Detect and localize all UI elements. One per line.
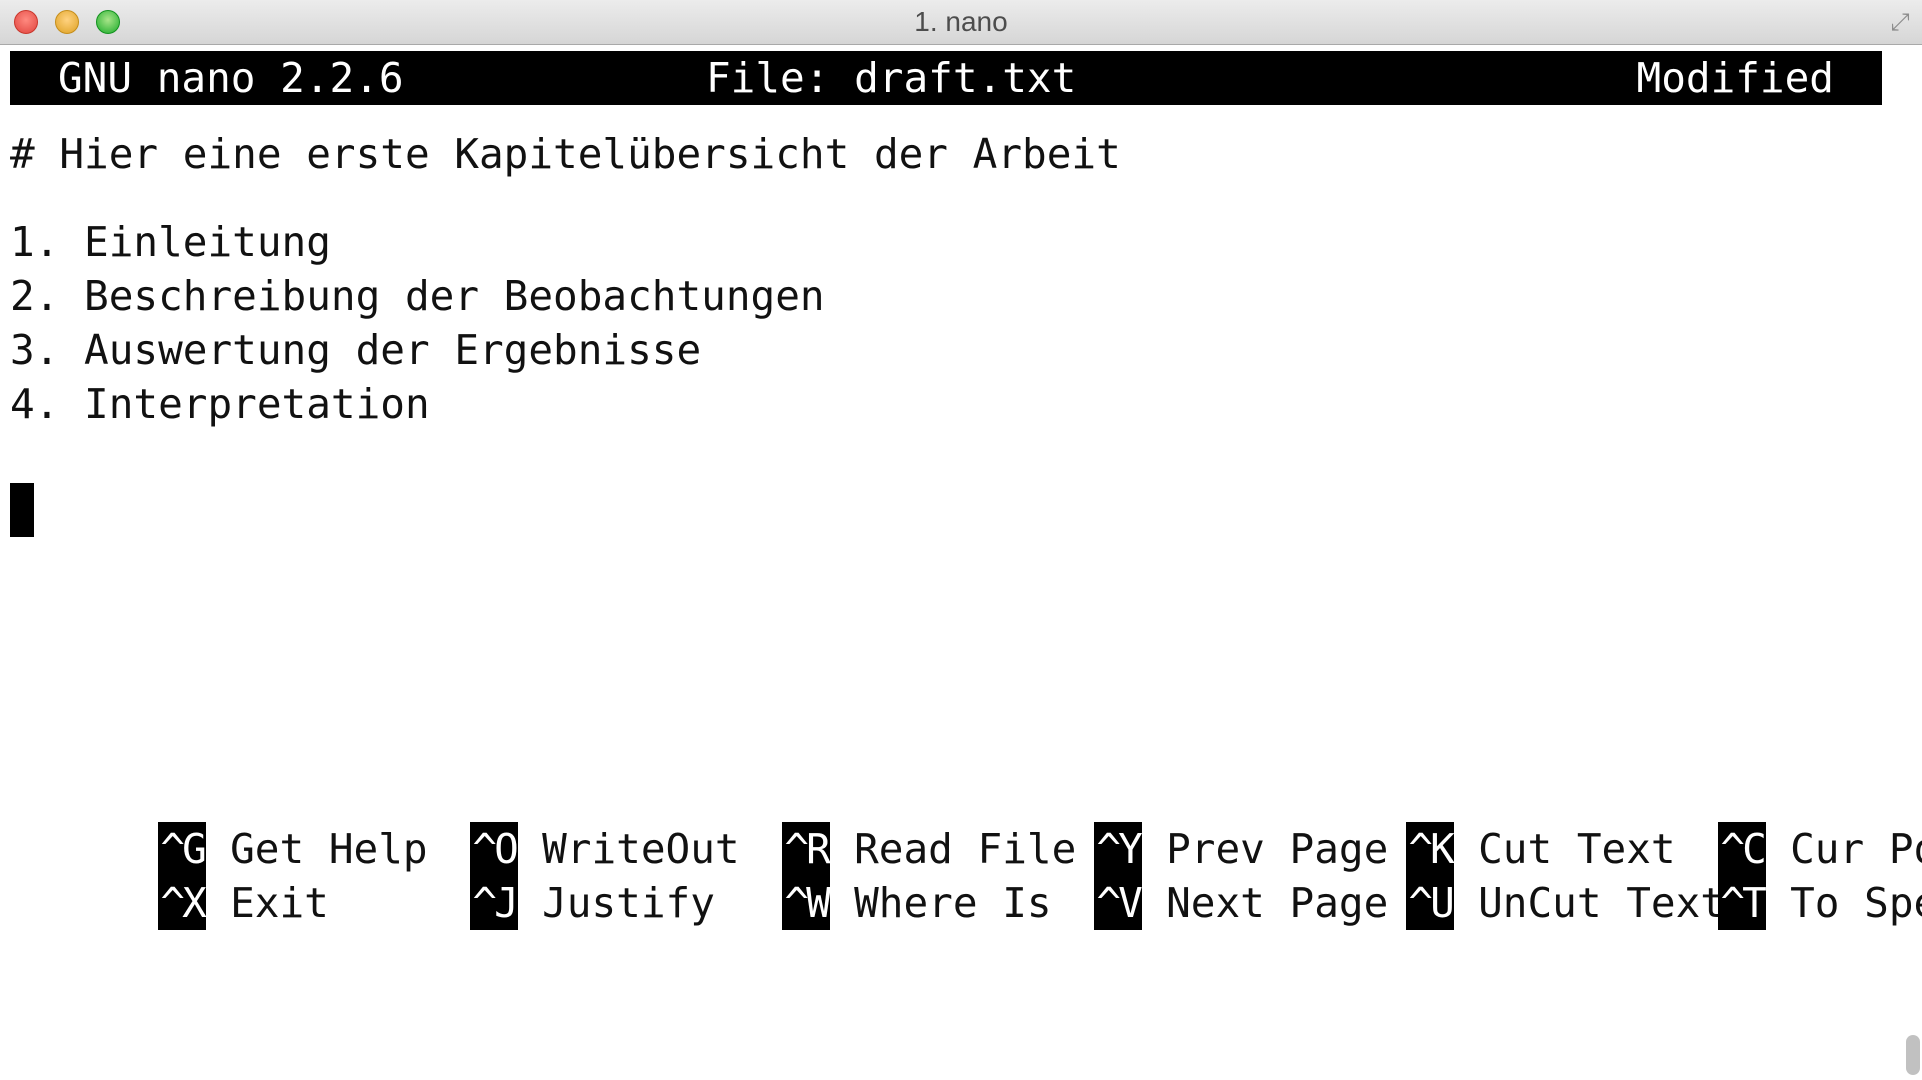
nano-header-bar: GNU nano 2.2.6 File: draft.txt Modified: [10, 51, 1882, 105]
text-line-3[interactable]: 1. Einleitung: [10, 215, 331, 269]
title-bar[interactable]: 1. nano ⤢: [0, 0, 1922, 45]
terminal-content[interactable]: GNU nano 2.2.6 File: draft.txt Modified …: [0, 45, 1922, 1080]
shortcut-label: Exit: [230, 879, 329, 927]
shortcut-key: ^W: [782, 876, 831, 930]
shortcut-key: ^T: [1718, 876, 1767, 930]
shortcut-to-spell[interactable]: ^T To Spell: [1570, 822, 1922, 930]
file-name: File: draft.txt: [706, 54, 1077, 102]
scrollbar[interactable]: [1906, 1035, 1920, 1075]
shortcut-key: ^U: [1406, 876, 1455, 930]
shortcut-cur-pos[interactable]: ^CCur Pos: [1570, 768, 1922, 876]
app-version: GNU nano 2.2.6: [58, 54, 404, 102]
shortcut-key: ^V: [1094, 876, 1143, 930]
shortcut-exit[interactable]: ^X Exit: [10, 822, 329, 930]
modified-status: Modified: [1636, 54, 1834, 102]
shortcut-key: ^J: [470, 876, 519, 930]
text-line-4[interactable]: 2. Beschreibung der Beobachtungen: [10, 269, 825, 323]
shortcut-label: To Spell: [1790, 879, 1922, 927]
text-line-1[interactable]: # Hier eine erste Kapitelübersicht der A…: [10, 127, 1121, 181]
shortcut-key: ^X: [158, 876, 207, 930]
text-line-5[interactable]: 3. Auswertung der Ergebnisse: [10, 323, 701, 377]
window-title: 1. nano: [914, 6, 1008, 37]
fullscreen-icon[interactable]: ⤢: [1886, 8, 1914, 36]
terminal-window: 1. nano ⤢ GNU nano 2.2.6 File: draft.txt…: [0, 0, 1922, 1080]
text-cursor: [10, 483, 34, 537]
text-line-6[interactable]: 4. Interpretation: [10, 377, 430, 431]
